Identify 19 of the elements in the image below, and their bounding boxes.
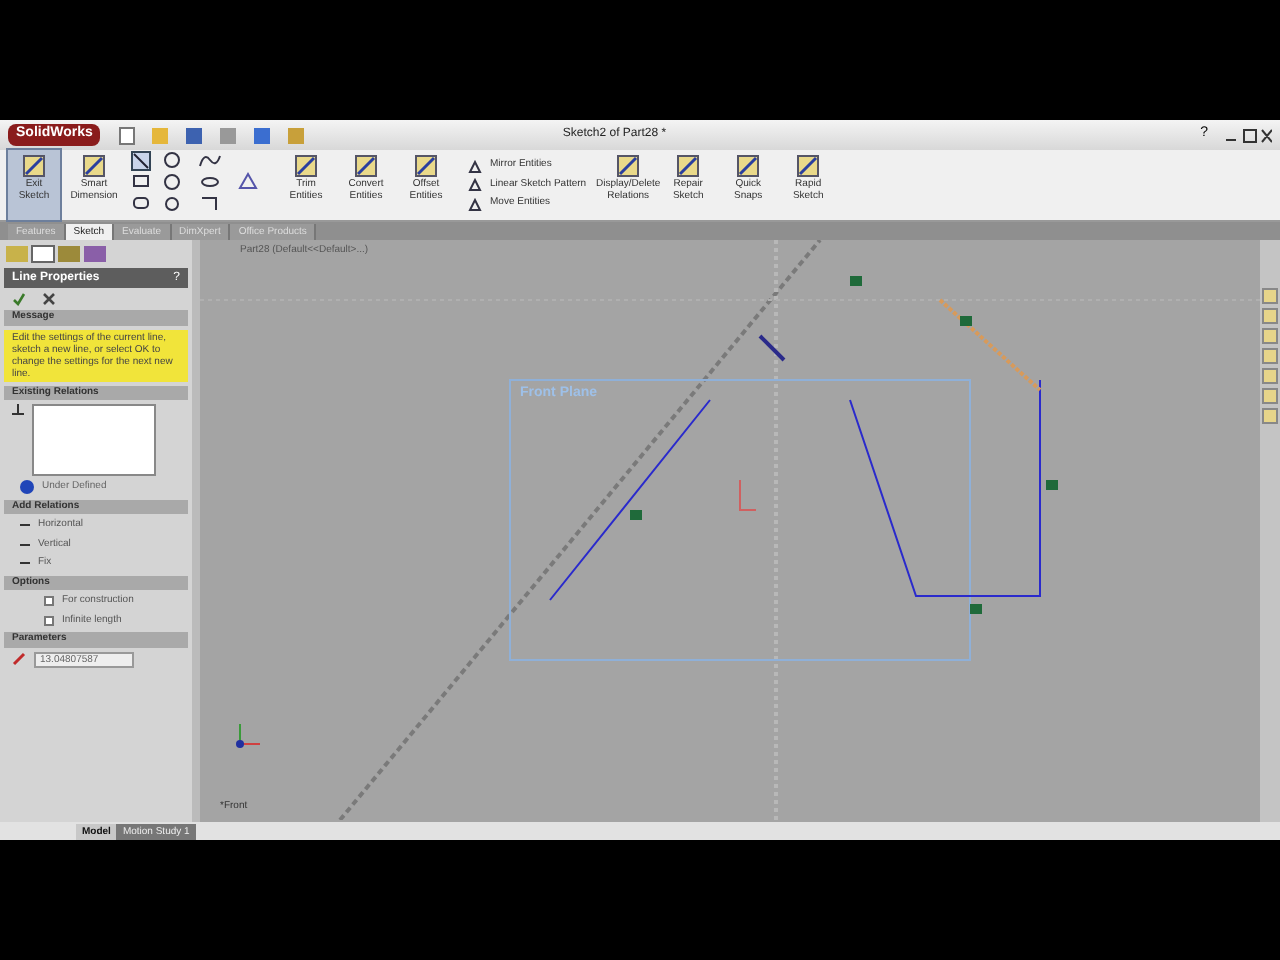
tool-icon (354, 154, 378, 178)
tool-icon (294, 154, 318, 178)
tool-icon (22, 154, 46, 178)
cancel-icon[interactable] (42, 292, 56, 306)
ok-icon[interactable] (12, 292, 26, 306)
axis-triad-icon (236, 720, 264, 748)
tool-icon (616, 154, 641, 178)
tool-icon (796, 154, 821, 178)
relations-list[interactable] (32, 404, 156, 476)
tool-icon (676, 154, 701, 178)
info-icon (20, 480, 34, 495)
length-icon (12, 652, 26, 666)
checkbox[interactable] (44, 615, 54, 626)
tool-icon (736, 154, 761, 178)
relation-icon (12, 404, 24, 416)
checkbox[interactable] (44, 596, 54, 607)
window-controls[interactable] (1224, 127, 1272, 143)
tool-icon (82, 154, 106, 178)
tool-icon (414, 154, 438, 178)
